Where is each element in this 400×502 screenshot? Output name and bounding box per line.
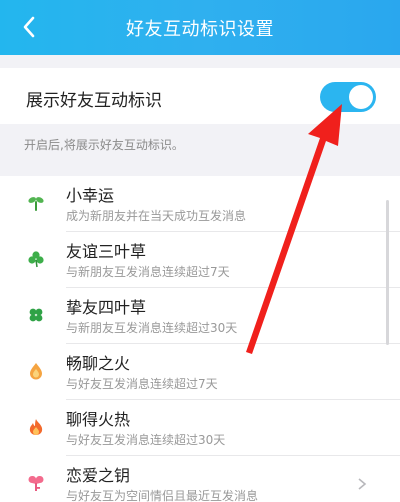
toggle-hint: 开启后,将展示好友互动标识。 — [24, 138, 184, 152]
item-desc: 成为新朋友并在当天成功互发消息 — [66, 209, 247, 223]
item-desc: 与好友互发消息连续超过7天 — [66, 377, 218, 391]
badge-list: 小幸运 成为新朋友并在当天成功互发消息 友谊三叶草 与新朋友互发消息连续超过7天 — [0, 176, 400, 502]
item-desc: 与好友互为空间情侣且最近互发消息 — [66, 489, 259, 502]
four-leaf-clover-icon — [27, 306, 45, 324]
list-item[interactable]: 小幸运 成为新朋友并在当天成功互发消息 — [0, 176, 400, 232]
item-title: 恋爱之钥 — [66, 466, 131, 485]
item-title: 小幸运 — [66, 186, 115, 205]
toggle-knob — [349, 85, 373, 109]
title-bar: 好友互动标识设置 — [0, 0, 400, 55]
item-desc: 与新朋友互发消息连续超过30天 — [66, 321, 238, 335]
big-flame-icon — [27, 418, 45, 436]
chevron-right-icon — [358, 478, 367, 490]
list-item[interactable]: 畅聊之火 与好友互发消息连续超过7天 — [0, 344, 400, 400]
key-icon — [27, 474, 45, 492]
list-item[interactable]: 友谊三叶草 与新朋友互发消息连续超过7天 — [0, 232, 400, 288]
list-item[interactable]: 聊得火热 与好友互发消息连续超过30天 — [0, 400, 400, 456]
item-desc: 与新朋友互发消息连续超过7天 — [66, 265, 230, 279]
item-title: 友谊三叶草 — [66, 242, 147, 261]
sprout-icon — [27, 194, 45, 212]
list-item[interactable]: 挚友四叶草 与新朋友互发消息连续超过30天 — [0, 288, 400, 344]
toggle-label: 展示好友互动标识 — [26, 91, 162, 111]
page-title: 好友互动标识设置 — [126, 19, 274, 40]
small-flame-icon — [27, 362, 45, 380]
item-title: 聊得火热 — [66, 410, 131, 429]
list-item[interactable]: 恋爱之钥 与好友互为空间情侣且最近互发消息 — [0, 456, 400, 502]
item-title: 挚友四叶草 — [66, 298, 147, 317]
scrollbar[interactable] — [386, 200, 389, 345]
item-desc: 与好友互发消息连续超过30天 — [66, 433, 226, 447]
item-title: 畅聊之火 — [66, 354, 131, 373]
show-interaction-badge-toggle[interactable] — [320, 82, 376, 112]
three-leaf-clover-icon — [27, 250, 45, 268]
